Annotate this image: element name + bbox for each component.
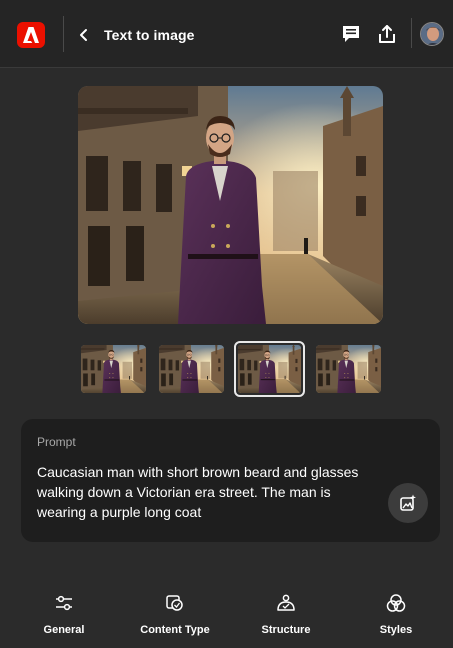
feedback-button[interactable] [341, 24, 361, 44]
chevron-left-icon [80, 29, 87, 41]
nav-item-styles[interactable]: Styles [351, 580, 441, 644]
header-divider [411, 18, 412, 48]
nav-label: Styles [379, 624, 413, 636]
generate-similar-button[interactable] [388, 483, 428, 523]
nav-item-general[interactable]: General [19, 580, 109, 644]
thumbnail-1[interactable] [81, 345, 146, 393]
share-icon [379, 25, 395, 43]
sliders-icon [56, 595, 72, 611]
nav-label: Structure [261, 624, 311, 636]
thumbnail-2[interactable] [159, 345, 224, 393]
bottom-nav: General Content Type Structure Styles [0, 580, 453, 648]
adobe-logo-icon[interactable] [17, 22, 45, 48]
avatar[interactable] [420, 22, 444, 46]
generated-image-main[interactable] [78, 86, 383, 324]
nav-item-structure[interactable]: Structure [241, 580, 331, 644]
thumbnail-4[interactable] [316, 345, 381, 393]
back-button[interactable] [76, 26, 92, 44]
structure-icon [277, 594, 295, 611]
nav-label: General [43, 624, 85, 636]
feedback-icon [343, 26, 359, 42]
content-type-icon [166, 595, 183, 611]
styles-icon [386, 594, 406, 612]
header-divider [63, 16, 64, 52]
thumbnail-3-selected[interactable] [234, 341, 305, 397]
page-title: Text to image [104, 27, 195, 43]
nav-item-content-type[interactable]: Content Type [130, 580, 220, 644]
nav-label: Content Type [140, 624, 210, 636]
prompt-label: Prompt [37, 435, 76, 449]
prompt-input[interactable]: Caucasian man with short brown beard and… [37, 462, 383, 522]
generate-similar-icon [400, 494, 416, 511]
share-button[interactable] [377, 24, 397, 44]
prompt-card: Prompt Caucasian man with short brown be… [21, 419, 440, 542]
app-header: Text to image [0, 0, 453, 68]
